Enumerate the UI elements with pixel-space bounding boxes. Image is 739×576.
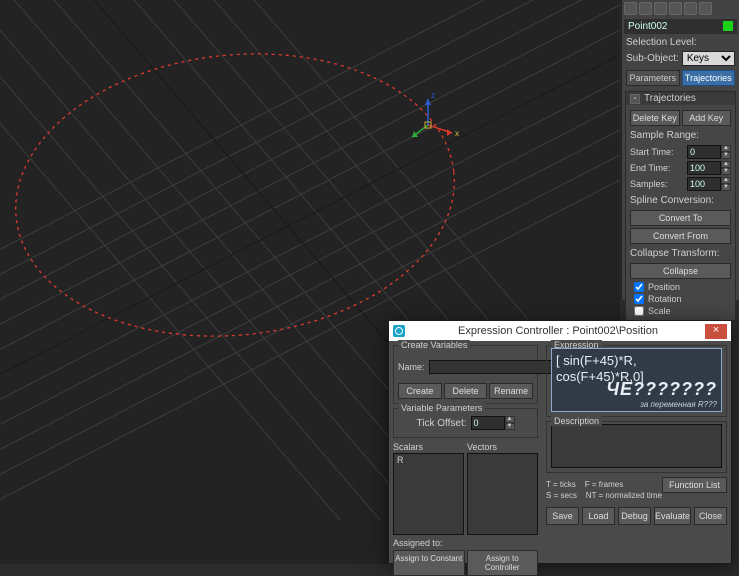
- description-textarea[interactable]: [551, 424, 722, 468]
- object-name: Point002: [628, 21, 667, 32]
- expression-controller-dialog: Expression Controller : Point002\Positio…: [388, 320, 732, 564]
- list-item[interactable]: R: [395, 455, 462, 465]
- tick-offset-spinner[interactable]: ▲▼: [471, 416, 515, 430]
- tab-icon[interactable]: [684, 2, 697, 15]
- collapse-button[interactable]: Collapse: [630, 263, 731, 279]
- panel-tab-icons: [622, 0, 739, 17]
- command-panel: Point002 Selection Level: Sub-Object: Ke…: [621, 0, 739, 300]
- name-input[interactable]: [429, 360, 552, 374]
- create-button[interactable]: Create: [398, 383, 442, 399]
- rollout-title: Trajectories: [644, 93, 696, 104]
- rollout-header[interactable]: - Trajectories: [626, 92, 735, 105]
- parameters-tab[interactable]: Parameters: [626, 70, 680, 86]
- position-label: Position: [648, 282, 680, 292]
- assign-constant-button[interactable]: Assign to Constant: [393, 550, 465, 576]
- add-key-button[interactable]: Add Key: [682, 110, 732, 126]
- tab-icon[interactable]: [654, 2, 667, 15]
- tab-icon[interactable]: [669, 2, 682, 15]
- evaluate-button[interactable]: Evaluate: [654, 507, 691, 525]
- rotation-checkbox[interactable]: [634, 294, 644, 304]
- close-icon[interactable]: ×: [705, 324, 727, 339]
- convert-from-button[interactable]: Convert From: [630, 228, 731, 244]
- delete-button[interactable]: Delete: [444, 383, 488, 399]
- samples-label: Samples:: [630, 179, 684, 189]
- annotation-overlay: ЧЕ??????? за переменная R???: [606, 379, 717, 409]
- spin-up[interactable]: ▲: [721, 161, 731, 168]
- group-label: Description: [551, 416, 602, 426]
- debug-button[interactable]: Debug: [618, 507, 651, 525]
- object-color-swatch[interactable]: [723, 21, 733, 31]
- sub-object-label: Sub-Object:: [626, 53, 679, 64]
- spin-down[interactable]: ▼: [505, 423, 515, 430]
- samples-input[interactable]: [687, 177, 721, 191]
- assigned-to-label: Assigned to:: [393, 538, 538, 548]
- trajectories-tab[interactable]: Trajectories: [682, 70, 736, 86]
- spline-conversion-label: Spline Conversion:: [630, 193, 731, 208]
- load-button[interactable]: Load: [582, 507, 615, 525]
- collapse-icon[interactable]: -: [630, 94, 640, 104]
- tick-offset-input[interactable]: [471, 416, 505, 430]
- scale-label: Scale: [648, 306, 671, 316]
- function-list-button[interactable]: Function List: [662, 477, 727, 493]
- rename-button[interactable]: Rename: [489, 383, 533, 399]
- samples-spinner[interactable]: ▲▼: [687, 177, 731, 191]
- object-name-field[interactable]: Point002: [624, 19, 737, 34]
- expression-textarea[interactable]: [ sin(F+45)*R, cos(F+45)*R,0] ЧЕ??????? …: [551, 348, 722, 412]
- end-time-input[interactable]: [687, 161, 721, 175]
- spin-up[interactable]: ▲: [721, 177, 731, 184]
- save-button[interactable]: Save: [546, 507, 579, 525]
- variable-parameters-group: Variable Parameters Tick Offset: ▲▼: [393, 408, 538, 438]
- tab-icon[interactable]: [639, 2, 652, 15]
- transform-gizmo[interactable]: x z: [412, 91, 459, 138]
- scalars-label: Scalars: [393, 442, 464, 452]
- tick-offset-label: Tick Offset:: [416, 418, 466, 429]
- collapse-transform-label: Collapse Transform:: [630, 246, 731, 261]
- vectors-list[interactable]: [467, 453, 538, 535]
- create-variables-group: Create Variables Name: Scalar Vector Cre…: [393, 345, 538, 404]
- expression-group: Expression [ sin(F+45)*R, cos(F+45)*R,0]…: [546, 345, 727, 417]
- assign-controller-button[interactable]: Assign to Controller: [467, 550, 539, 576]
- sub-object-select[interactable]: Keys: [682, 51, 735, 66]
- tab-icon[interactable]: [624, 2, 637, 15]
- end-time-label: End Time:: [630, 163, 684, 173]
- spin-down[interactable]: ▼: [721, 152, 731, 159]
- description-group: Description: [546, 421, 727, 473]
- vectors-label: Vectors: [467, 442, 538, 452]
- legend: T = ticks F = frames S = secs NT = norma…: [546, 477, 662, 503]
- sample-range-label: Sample Range:: [630, 128, 731, 143]
- spin-down[interactable]: ▼: [721, 184, 731, 191]
- dialog-titlebar[interactable]: Expression Controller : Point002\Positio…: [389, 321, 731, 341]
- svg-text:x: x: [455, 129, 459, 138]
- start-time-spinner[interactable]: ▲▼: [687, 145, 731, 159]
- trajectories-rollout: - Trajectories Delete Key Add Key Sample…: [625, 91, 736, 321]
- start-time-input[interactable]: [687, 145, 721, 159]
- group-label: Create Variables: [398, 340, 470, 350]
- svg-text:z: z: [431, 91, 435, 100]
- app-icon: [393, 325, 405, 337]
- scale-checkbox[interactable]: [634, 306, 644, 316]
- spin-up[interactable]: ▲: [505, 416, 515, 423]
- scalars-list[interactable]: R: [393, 453, 464, 535]
- dialog-title: Expression Controller : Point002\Positio…: [411, 325, 705, 337]
- delete-key-button[interactable]: Delete Key: [630, 110, 680, 126]
- tab-icon[interactable]: [699, 2, 712, 15]
- start-time-label: Start Time:: [630, 147, 684, 157]
- spin-up[interactable]: ▲: [721, 145, 731, 152]
- name-label: Name:: [398, 362, 425, 372]
- close-button[interactable]: Close: [694, 507, 727, 525]
- group-label: Variable Parameters: [398, 403, 485, 413]
- end-time-spinner[interactable]: ▲▼: [687, 161, 731, 175]
- position-checkbox[interactable]: [634, 282, 644, 292]
- spin-down[interactable]: ▼: [721, 168, 731, 175]
- selection-level-label: Selection Level:: [622, 36, 739, 49]
- convert-to-button[interactable]: Convert To: [630, 210, 731, 226]
- rotation-label: Rotation: [648, 294, 682, 304]
